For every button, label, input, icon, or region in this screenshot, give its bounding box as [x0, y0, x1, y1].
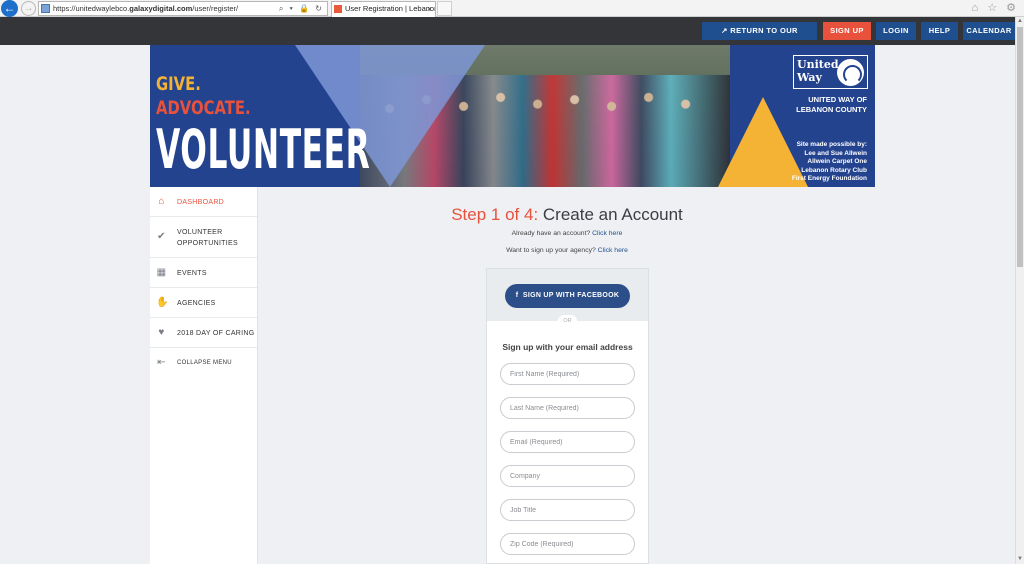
logo-text: United Way	[797, 58, 839, 84]
email-field[interactable]	[500, 431, 635, 453]
sidebar-item-events[interactable]: ▦ EVENTS	[150, 258, 257, 288]
sidebar-item-dashboard[interactable]: ⌂ DASHBOARD	[150, 187, 257, 217]
calendar-button[interactable]: CALENDAR	[963, 22, 1015, 40]
first-name-field[interactable]	[500, 363, 635, 385]
page-title: Step 1 of 4: Create an Account	[259, 205, 875, 225]
sidebar-item-label: VOLUNTEER OPPORTUNITIES	[177, 229, 238, 247]
login-link[interactable]: Click here	[592, 230, 622, 237]
return-to-website-button[interactable]: ↗ RETURN TO OUR WEBSITE	[702, 22, 817, 53]
step-title-text: Create an Account	[542, 205, 683, 224]
login-button[interactable]: LOGIN	[876, 22, 916, 40]
agency-prompt: Want to sign up your agency? Click here	[506, 247, 628, 254]
facebook-signup-button[interactable]: f SIGN UP WITH FACEBOOK	[505, 284, 630, 308]
collapse-icon: ⇤	[157, 357, 166, 368]
banner-volunteer-text: VOLUNTEER	[156, 118, 371, 181]
facebook-icon: f	[515, 292, 519, 299]
company-field[interactable]	[500, 465, 635, 487]
sidebar-item-day-of-caring[interactable]: ♥ 2018 DAY OF CARING	[150, 318, 257, 348]
sidebar-menu: ⌂ DASHBOARD ✔ VOLUNTEER OPPORTUNITIES ▦ E…	[150, 187, 258, 564]
check-circle-icon: ✔	[157, 231, 166, 242]
tab-favicon-icon	[334, 5, 342, 13]
login-prompt: Already have an account? Click here	[511, 230, 623, 237]
sidebar-item-label: EVENTS	[177, 270, 207, 277]
sidebar-item-label: DASHBOARD	[177, 199, 225, 206]
page-scrollbar[interactable]: ▲ ▼	[1015, 17, 1024, 564]
united-way-logo[interactable]: United Way	[793, 55, 868, 89]
tab-close-icon[interactable]: ×	[427, 2, 432, 16]
scroll-up-icon[interactable]: ▲	[1017, 18, 1023, 24]
last-name-field[interactable]	[500, 397, 635, 419]
or-divider: OR	[558, 315, 577, 327]
forward-arrow-icon[interactable]: →	[21, 1, 36, 16]
address-controls[interactable]: ⌕ ▾ 🔒 ↻	[279, 2, 324, 15]
sidebar-item-label: 2018 DAY OF CARING	[177, 330, 255, 337]
back-arrow-icon[interactable]: ←	[1, 0, 18, 17]
job-title-field[interactable]	[500, 499, 635, 521]
home-icon: ⌂	[158, 196, 165, 207]
url-prefix: https://unitedwaylebco.	[53, 4, 130, 13]
banner-advocate-text: ADVOCATE.	[156, 97, 251, 119]
agency-signup-link[interactable]: Click here	[598, 247, 628, 254]
facebook-button-label: SIGN UP WITH FACEBOOK	[522, 292, 620, 299]
social-signup-area: f SIGN UP WITH FACEBOOK	[487, 269, 648, 321]
scroll-down-icon[interactable]: ▼	[1017, 556, 1023, 562]
browser-tab[interactable]: User Registration | Lebanon... ×	[331, 1, 436, 17]
new-tab-button[interactable]	[437, 1, 452, 16]
scrollbar-thumb[interactable]	[1017, 27, 1023, 267]
sidebar-item-agencies[interactable]: ✋ AGENCIES	[150, 288, 257, 318]
united-way-emblem-icon	[837, 59, 864, 86]
address-bar[interactable]: https://unitedwaylebco.galaxydigital.com…	[38, 1, 328, 16]
hero-banner: GIVE. ADVOCATE. VOLUNTEER United Way UNIT…	[150, 45, 875, 187]
browser-toolbar-icons[interactable]: ⌂ ☆ ⚙	[972, 1, 1019, 14]
url-path: /user/register/	[192, 4, 239, 13]
help-button[interactable]: HELP	[921, 22, 958, 40]
sidebar-item-label: AGENCIES	[177, 300, 216, 307]
hands-icon: ✋	[156, 297, 169, 308]
signup-button[interactable]: SIGN UP	[823, 22, 871, 40]
email-signup-heading: Sign up with your email address	[502, 342, 633, 352]
org-name: UNITED WAY OF LEBANON COUNTY	[796, 95, 867, 114]
sidebar-item-collapse-menu[interactable]: ⇤ COLLAPSE MENU	[150, 348, 257, 378]
sidebar-item-label: COLLAPSE MENU	[177, 360, 232, 366]
step-label: Step 1 of 4:	[451, 205, 539, 224]
top-nav-bar: ↗ RETURN TO OUR WEBSITE SIGN UP LOGIN HE…	[0, 17, 1015, 53]
sidebar-item-volunteer-opportunities[interactable]: ✔ VOLUNTEER OPPORTUNITIES	[150, 217, 257, 258]
signup-card: f SIGN UP WITH FACEBOOK OR Sign up with …	[486, 268, 649, 564]
banner-give-text: GIVE.	[156, 73, 201, 95]
tab-title: User Registration | Lebanon...	[345, 4, 436, 13]
main-content: Step 1 of 4: Create an Account Already h…	[259, 187, 1015, 564]
heart-hands-icon: ♥	[158, 327, 165, 338]
browser-chrome: ← → https://unitedwaylebco.galaxydigital…	[0, 0, 1024, 17]
zip-code-field[interactable]	[500, 533, 635, 555]
url-domain: galaxydigital.com	[129, 4, 193, 13]
calendar-icon: ▦	[156, 267, 167, 278]
sponsors-text: Site made possible by: Lee and Sue Allwe…	[791, 141, 867, 182]
site-favicon-icon	[41, 4, 50, 13]
